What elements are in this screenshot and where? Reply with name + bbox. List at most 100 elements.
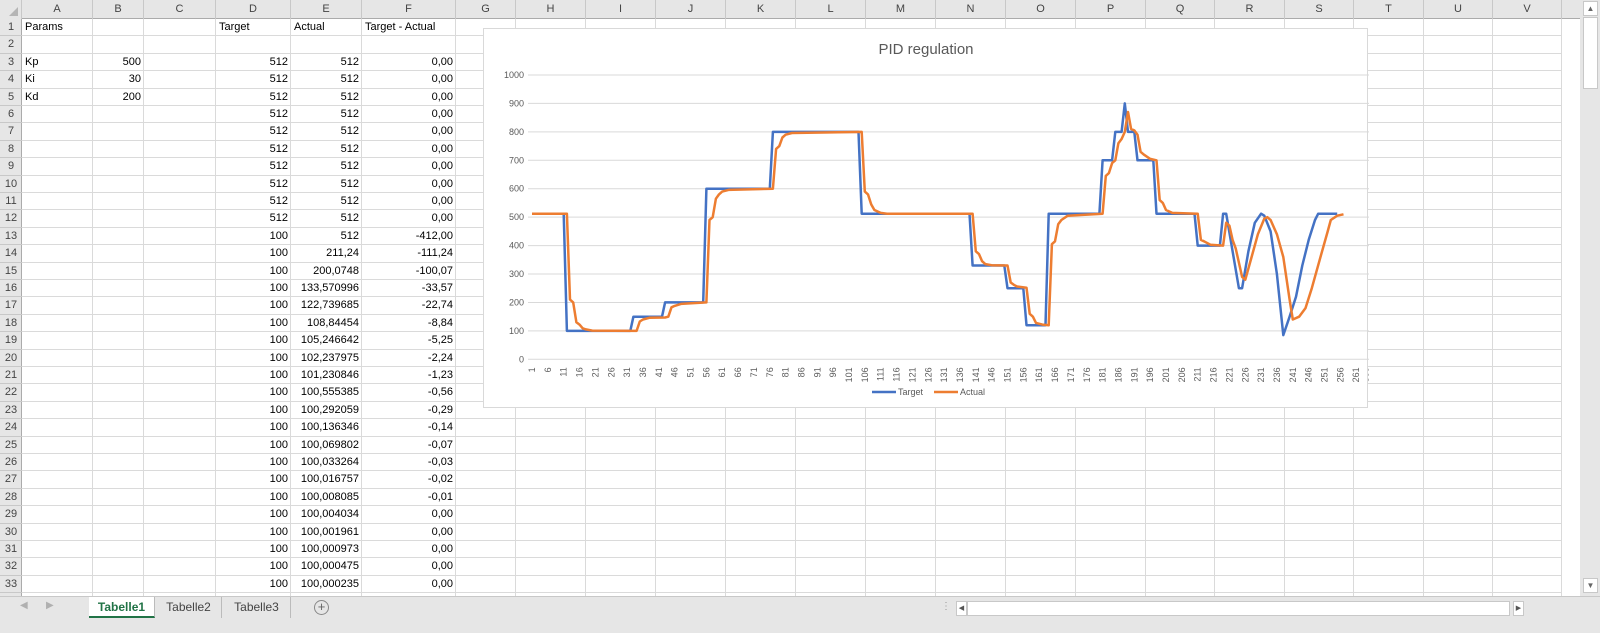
row-header[interactable]: 2	[0, 36, 22, 54]
cell-d33[interactable]: 100	[216, 576, 291, 593]
cell-f17[interactable]: -22,74	[362, 297, 456, 314]
cell-f31[interactable]: 0,00	[362, 541, 456, 558]
row-header[interactable]: 7	[0, 123, 22, 141]
cell-b3[interactable]: 500	[93, 54, 144, 71]
cell-e14[interactable]: 211,24	[291, 245, 362, 262]
cell-d12[interactable]: 512	[216, 210, 291, 227]
column-header-r[interactable]: R	[1215, 0, 1285, 19]
cell-e32[interactable]: 100,000475	[291, 558, 362, 575]
cell-f5[interactable]: 0,00	[362, 89, 456, 106]
row-header[interactable]: 20	[0, 350, 22, 367]
row-header[interactable]: 5	[0, 89, 22, 106]
cell-e24[interactable]: 100,136346	[291, 419, 362, 436]
cell-f18[interactable]: -8,84	[362, 315, 456, 332]
cell-f28[interactable]: -0,01	[362, 489, 456, 506]
cell-f10[interactable]: 0,00	[362, 176, 456, 193]
prev-sheet-icon[interactable]: ◀	[20, 600, 28, 611]
column-header-f[interactable]: F	[362, 0, 456, 19]
select-all-button[interactable]	[0, 0, 22, 19]
cell-e6[interactable]: 512	[291, 106, 362, 123]
cell-e1[interactable]: Actual	[291, 19, 362, 36]
add-sheet-icon[interactable]: +	[314, 600, 329, 615]
cell-d16[interactable]: 100	[216, 280, 291, 297]
column-header-u[interactable]: U	[1424, 0, 1493, 19]
cell-f27[interactable]: -0,02	[362, 471, 456, 488]
cell-f25[interactable]: -0,07	[362, 437, 456, 454]
column-header-g[interactable]: G	[456, 0, 516, 19]
row-header[interactable]: 21	[0, 367, 22, 385]
row-header[interactable]: 27	[0, 471, 22, 489]
row-header[interactable]: 26	[0, 454, 22, 472]
cell-d21[interactable]: 100	[216, 367, 291, 384]
cell-f15[interactable]: -100,07	[362, 263, 456, 280]
column-header-p[interactable]: P	[1076, 0, 1146, 19]
cell-f3[interactable]: 0,00	[362, 54, 456, 71]
cell-d19[interactable]: 100	[216, 332, 291, 349]
cell-d31[interactable]: 100	[216, 541, 291, 558]
cell-e25[interactable]: 100,069802	[291, 437, 362, 454]
cell-f21[interactable]: -1,23	[362, 367, 456, 384]
cell-f32[interactable]: 0,00	[362, 558, 456, 575]
cell-e26[interactable]: 100,033264	[291, 454, 362, 471]
column-header-t[interactable]: T	[1354, 0, 1424, 19]
cell-d30[interactable]: 100	[216, 524, 291, 541]
row-header[interactable]: 12	[0, 210, 22, 228]
row-header[interactable]: 1	[0, 19, 22, 37]
row-header[interactable]: 24	[0, 419, 22, 437]
row-header[interactable]: 13	[0, 228, 22, 246]
row-header[interactable]: 4	[0, 71, 22, 89]
cell-e16[interactable]: 133,570996	[291, 280, 362, 297]
cell-e28[interactable]: 100,008085	[291, 489, 362, 506]
next-sheet-icon[interactable]: ▶	[46, 600, 54, 611]
cell-d15[interactable]: 100	[216, 263, 291, 280]
cell-d22[interactable]: 100	[216, 384, 291, 401]
cell-b5[interactable]: 200	[93, 89, 144, 106]
row-header[interactable]: 25	[0, 437, 22, 454]
cell-e4[interactable]: 512	[291, 71, 362, 88]
row-header[interactable]: 3	[0, 54, 22, 72]
scroll-right-button[interactable]: ▶	[1513, 601, 1524, 616]
column-header-c[interactable]: C	[144, 0, 216, 19]
cell-d24[interactable]: 100	[216, 419, 291, 436]
column-header-n[interactable]: N	[936, 0, 1006, 19]
column-header-v[interactable]: V	[1493, 0, 1562, 19]
cell-d13[interactable]: 100	[216, 228, 291, 245]
cell-e23[interactable]: 100,292059	[291, 402, 362, 419]
row-header[interactable]: 22	[0, 384, 22, 402]
cell-e8[interactable]: 512	[291, 141, 362, 158]
vertical-scrollbar[interactable]: ▲ ▼	[1580, 0, 1600, 596]
column-header-b[interactable]: B	[93, 0, 144, 19]
cell-e15[interactable]: 200,0748	[291, 263, 362, 280]
row-header[interactable]: 33	[0, 576, 22, 594]
cell-e27[interactable]: 100,016757	[291, 471, 362, 488]
cell-e10[interactable]: 512	[291, 176, 362, 193]
splitter-handle-icon[interactable]: ⋮	[941, 601, 951, 612]
row-header[interactable]: 28	[0, 489, 22, 507]
row-header[interactable]: 8	[0, 141, 22, 159]
cell-d18[interactable]: 100	[216, 315, 291, 332]
cell-e5[interactable]: 512	[291, 89, 362, 106]
row-header[interactable]: 32	[0, 558, 22, 576]
cell-d7[interactable]: 512	[216, 123, 291, 140]
cell-e21[interactable]: 101,230846	[291, 367, 362, 384]
column-header-s[interactable]: S	[1285, 0, 1354, 19]
cell-f9[interactable]: 0,00	[362, 158, 456, 175]
sheet-tab-tabelle2[interactable]: Tabelle2	[156, 597, 222, 618]
column-header-a[interactable]: A	[22, 0, 93, 19]
cell-f11[interactable]: 0,00	[362, 193, 456, 210]
cell-a3[interactable]: Kp	[22, 54, 93, 71]
column-header-q[interactable]: Q	[1146, 0, 1215, 19]
cell-d8[interactable]: 512	[216, 141, 291, 158]
row-header[interactable]: 11	[0, 193, 22, 211]
cell-d11[interactable]: 512	[216, 193, 291, 210]
column-header-l[interactable]: L	[796, 0, 866, 19]
cell-f14[interactable]: -111,24	[362, 245, 456, 262]
column-header-e[interactable]: E	[291, 0, 362, 19]
column-header-j[interactable]: J	[656, 0, 726, 19]
sheet-tab-tabelle3[interactable]: Tabelle3	[223, 597, 291, 618]
cell-f13[interactable]: -412,00	[362, 228, 456, 245]
horizontal-scrollbar[interactable]: ◀ ▶	[956, 601, 1524, 616]
column-header-m[interactable]: M	[866, 0, 936, 19]
cell-f6[interactable]: 0,00	[362, 106, 456, 123]
row-header[interactable]: 16	[0, 280, 22, 298]
